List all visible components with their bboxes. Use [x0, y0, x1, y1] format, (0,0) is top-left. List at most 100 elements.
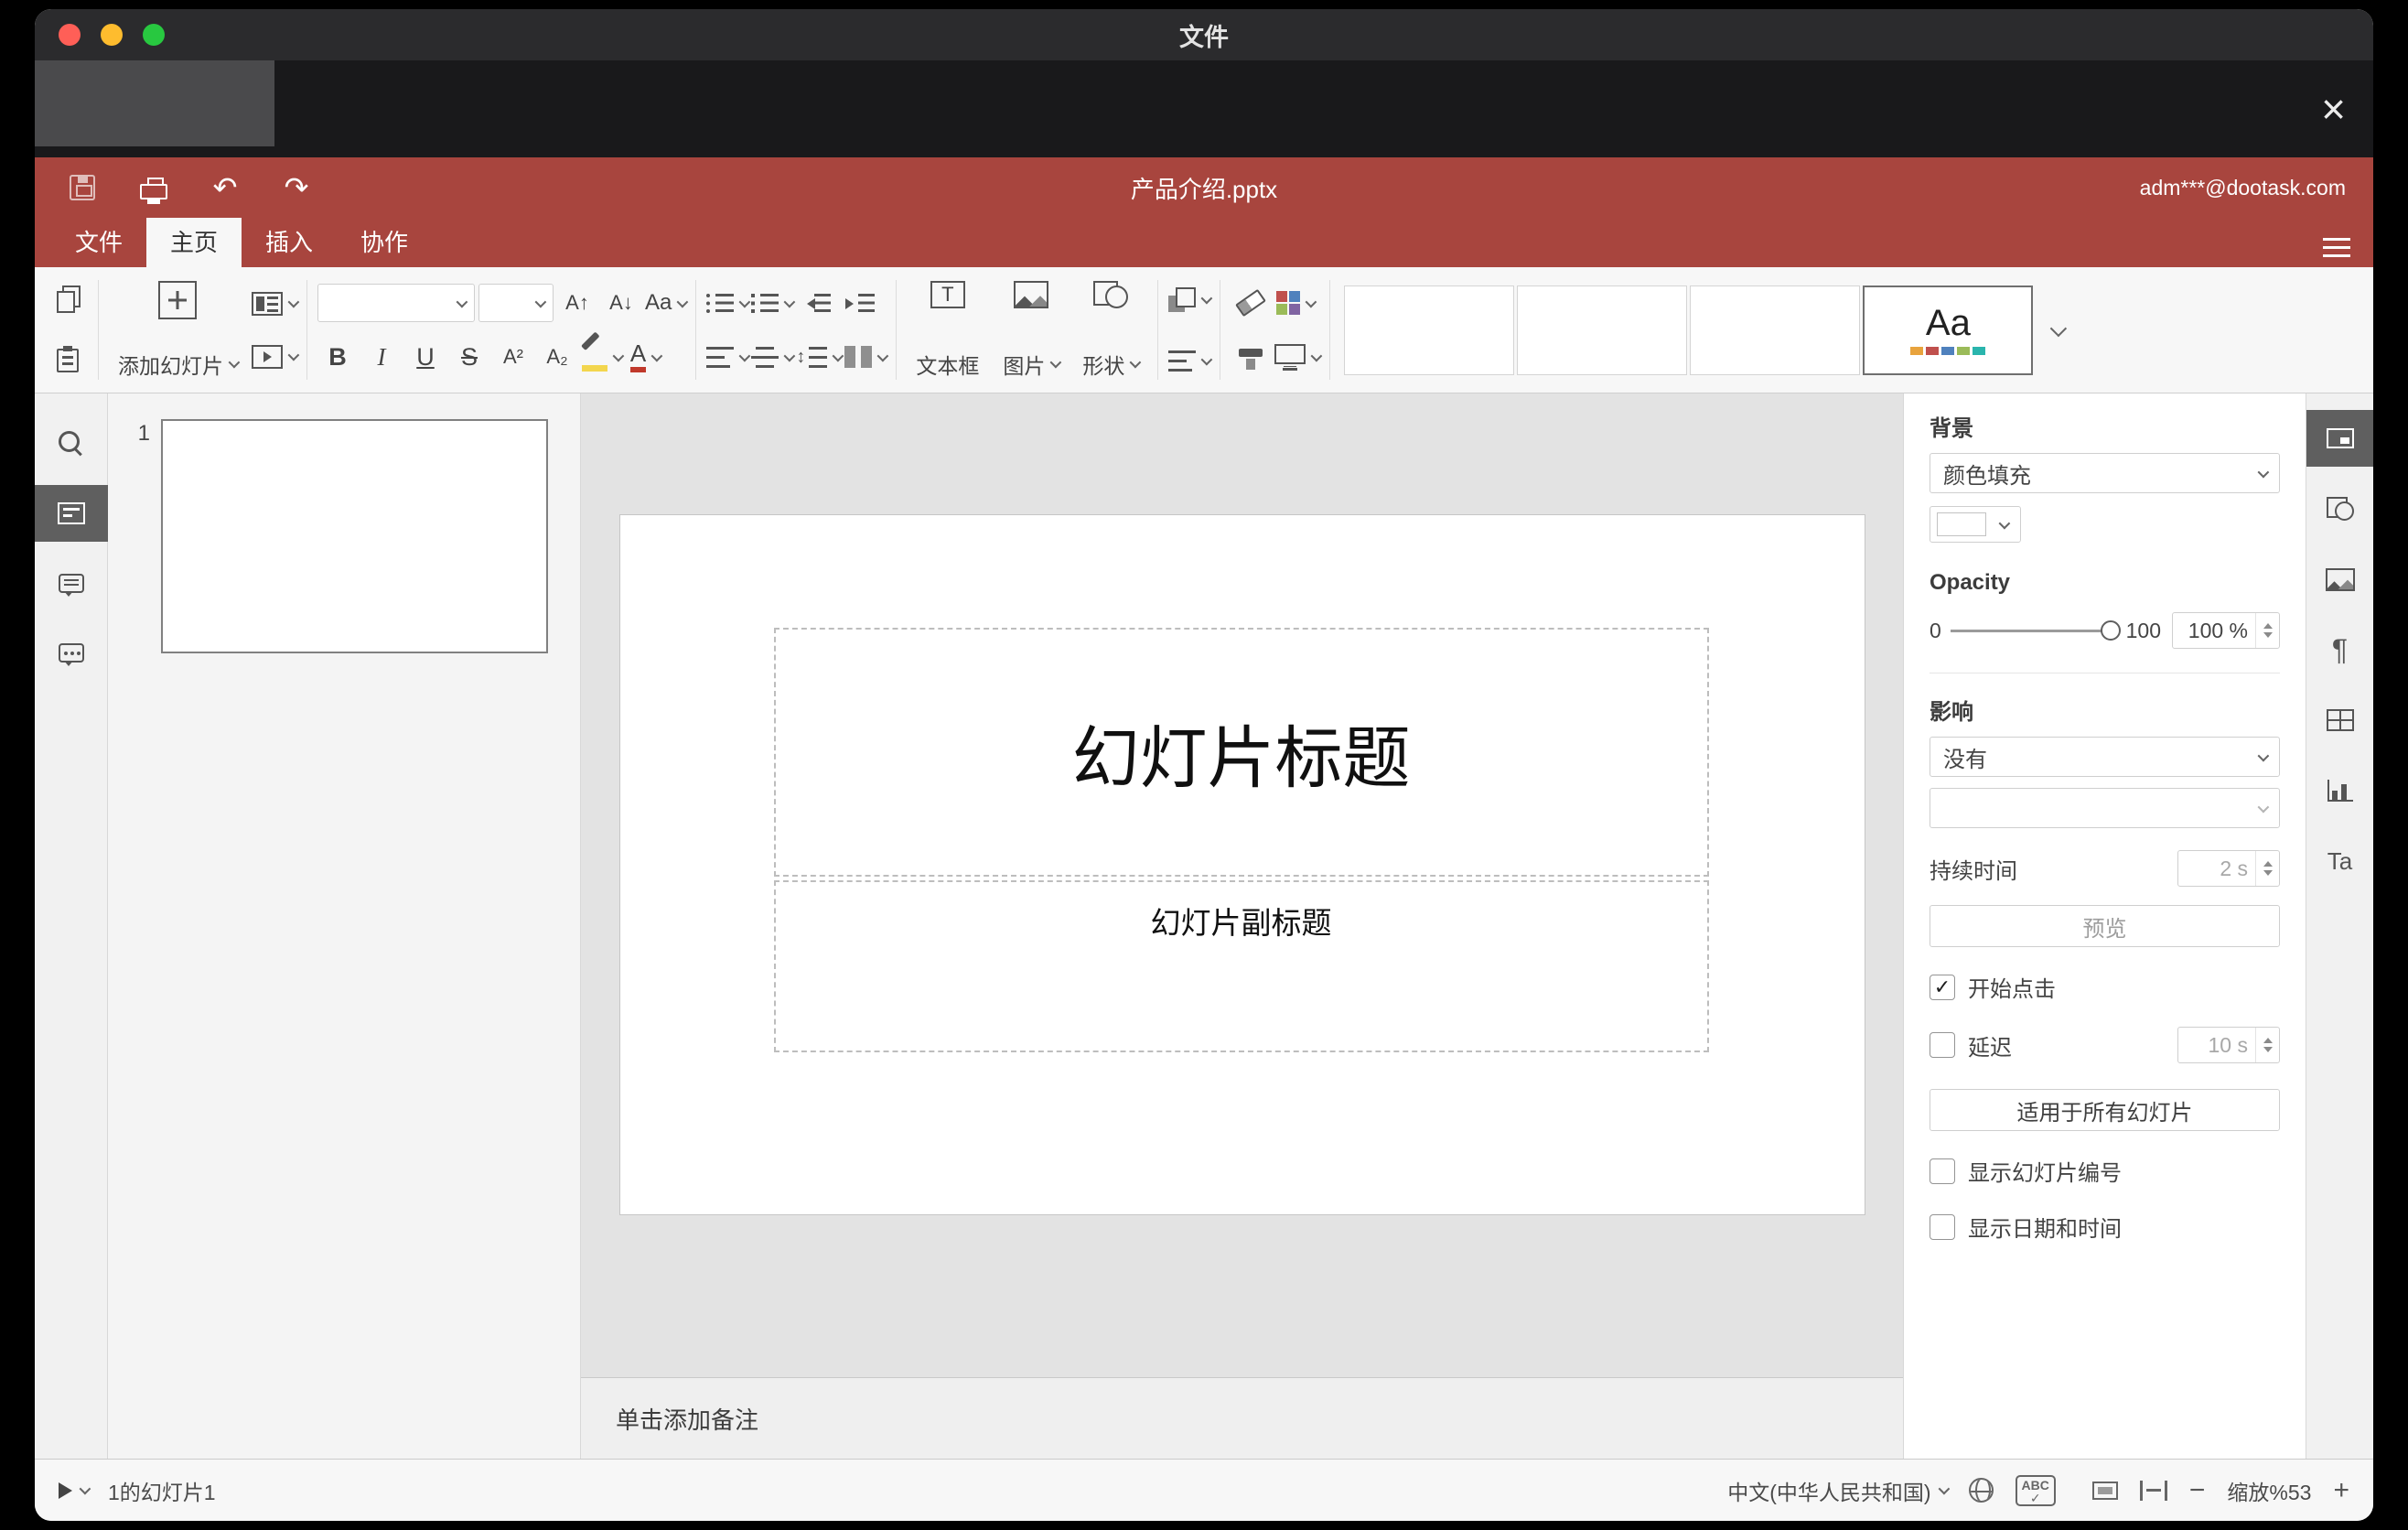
zoom-window-button[interactable]: [143, 24, 165, 46]
increase-indent-button[interactable]: [840, 282, 880, 324]
table-settings-button[interactable]: [2306, 692, 2374, 749]
print-button[interactable]: [134, 167, 174, 208]
slide-thumbnail[interactable]: [161, 419, 548, 653]
undo-button[interactable]: ↶: [205, 167, 245, 208]
zoom-in-button[interactable]: +: [2333, 1475, 2349, 1506]
underline-button[interactable]: U: [405, 336, 446, 378]
duration-spinner[interactable]: 2 s: [2177, 850, 2280, 887]
paste-button[interactable]: [48, 339, 88, 382]
increment-font-size-button[interactable]: A↑: [557, 282, 597, 324]
fit-width-button[interactable]: [2139, 1480, 2167, 1501]
clear-style-button[interactable]: [1231, 282, 1271, 324]
close-icon[interactable]: ×: [2321, 88, 2346, 130]
spin-down-icon[interactable]: [2263, 632, 2273, 638]
delay-spinner[interactable]: 10 s: [2177, 1027, 2280, 1063]
spin-down-icon[interactable]: [2263, 870, 2273, 876]
search-panel-button[interactable]: [35, 415, 108, 472]
slides-panel-button[interactable]: [35, 485, 108, 542]
strikethrough-button[interactable]: S: [449, 336, 489, 378]
tab-file[interactable]: 文件: [51, 218, 146, 267]
paragraph-settings-button[interactable]: ¶: [2306, 621, 2374, 678]
start-on-click-checkbox[interactable]: ✓: [1930, 974, 1955, 1000]
decrease-indent-button[interactable]: [796, 282, 836, 324]
slide-layout-button[interactable]: [252, 283, 300, 325]
tab-insert[interactable]: 插入: [242, 218, 337, 267]
copy-style-button[interactable]: [1231, 336, 1271, 378]
change-case-button[interactable]: Aa: [645, 282, 689, 324]
vertical-align-button[interactable]: [751, 336, 796, 378]
title-placeholder[interactable]: 幻灯片标题: [773, 628, 1709, 877]
highlight-color-button[interactable]: [581, 336, 624, 378]
shape-settings-button[interactable]: [2306, 480, 2374, 537]
tab-home[interactable]: 主页: [146, 218, 242, 267]
preview-button[interactable]: 预览: [1930, 905, 2280, 947]
slide-settings-button[interactable]: [2306, 410, 2373, 467]
chat-panel-button[interactable]: [35, 624, 108, 681]
spin-up-icon[interactable]: [2263, 623, 2273, 629]
start-on-click-row[interactable]: ✓ 开始点击: [1930, 971, 2280, 1003]
language-selector[interactable]: 中文(中华人民共和国): [1727, 1475, 1950, 1506]
start-slideshow-statusbar-button[interactable]: [59, 1482, 91, 1499]
font-size-select[interactable]: [478, 284, 554, 322]
opacity-spinner[interactable]: 100 %: [2172, 612, 2280, 649]
add-slide-button[interactable]: 添加幻灯片: [109, 277, 246, 383]
apply-to-all-slides-button[interactable]: 适用于所有幻灯片: [1930, 1089, 2280, 1131]
spin-up-icon[interactable]: [2263, 1038, 2273, 1043]
spinner-arrows[interactable]: [2255, 851, 2279, 886]
arrange-shape-button[interactable]: [1168, 278, 1213, 320]
font-name-select[interactable]: [317, 284, 475, 322]
spinner-arrows[interactable]: [2255, 613, 2279, 648]
color-scheme-button[interactable]: [1274, 282, 1317, 324]
fit-slide-button[interactable]: [2091, 1481, 2118, 1500]
transition-variant-select[interactable]: [1930, 788, 2280, 828]
notes-area[interactable]: 单击添加备注: [581, 1377, 1903, 1459]
close-window-button[interactable]: [59, 24, 81, 46]
subscript-button[interactable]: A₂: [537, 336, 577, 378]
insert-textbox-button[interactable]: T 文本框: [907, 277, 988, 383]
textart-settings-button[interactable]: Ta: [2306, 833, 2374, 889]
theme-gallery-expand-button[interactable]: [2036, 286, 2078, 375]
theme-option-1[interactable]: [1344, 285, 1515, 375]
columns-button[interactable]: [844, 336, 889, 378]
opacity-slider[interactable]: [1950, 620, 2121, 641]
subtitle-placeholder[interactable]: 幻灯片副标题: [773, 880, 1709, 1052]
insert-image-button[interactable]: 图片: [994, 277, 1068, 383]
bullet-list-button[interactable]: [706, 282, 751, 324]
minimize-window-button[interactable]: [101, 24, 123, 46]
view-settings-button[interactable]: [2317, 227, 2357, 267]
font-color-button[interactable]: A: [625, 336, 665, 378]
show-slide-number-row[interactable]: 显示幻灯片编号: [1930, 1155, 2280, 1187]
spinner-arrows[interactable]: [2255, 1028, 2279, 1062]
save-button[interactable]: [62, 167, 102, 208]
show-date-time-checkbox[interactable]: [1930, 1213, 1955, 1240]
show-date-time-row[interactable]: 显示日期和时间: [1930, 1211, 2280, 1243]
background-color-picker[interactable]: [1930, 506, 2021, 543]
comments-panel-button[interactable]: [35, 555, 108, 611]
copy-button[interactable]: [48, 278, 88, 320]
theme-option-3[interactable]: [1690, 285, 1861, 375]
insert-shape-button[interactable]: 形状: [1073, 277, 1147, 383]
superscript-button[interactable]: A²: [493, 336, 533, 378]
slide-size-button[interactable]: [1274, 336, 1323, 378]
slide[interactable]: 幻灯片标题 幻灯片副标题: [619, 515, 1865, 1214]
document-language-button[interactable]: [1968, 1478, 1994, 1503]
zoom-out-button[interactable]: −: [2189, 1475, 2206, 1506]
transition-effect-select[interactable]: 没有: [1930, 737, 2280, 777]
slide-canvas[interactable]: 幻灯片标题 幻灯片副标题: [581, 393, 1903, 1377]
decrement-font-size-button[interactable]: A↓: [601, 282, 641, 324]
horizontal-align-button[interactable]: [706, 336, 751, 378]
spin-up-icon[interactable]: [2263, 861, 2273, 867]
background-fill-select[interactable]: 颜色填充: [1930, 453, 2280, 493]
start-slideshow-button[interactable]: [252, 336, 300, 378]
italic-button[interactable]: I: [361, 336, 402, 378]
delay-checkbox[interactable]: [1930, 1032, 1955, 1058]
opacity-slider-knob[interactable]: [2100, 620, 2121, 641]
bold-button[interactable]: B: [317, 336, 358, 378]
align-shape-button[interactable]: [1168, 339, 1213, 382]
numbered-list-button[interactable]: [751, 282, 796, 324]
show-slide-number-checkbox[interactable]: [1930, 1158, 1955, 1184]
spellcheck-button[interactable]: ABC: [2015, 1474, 2056, 1506]
slide-thumbnail-row[interactable]: 1: [108, 410, 580, 663]
image-settings-button[interactable]: [2306, 551, 2374, 608]
theme-option-selected[interactable]: Aa: [1863, 285, 2034, 375]
